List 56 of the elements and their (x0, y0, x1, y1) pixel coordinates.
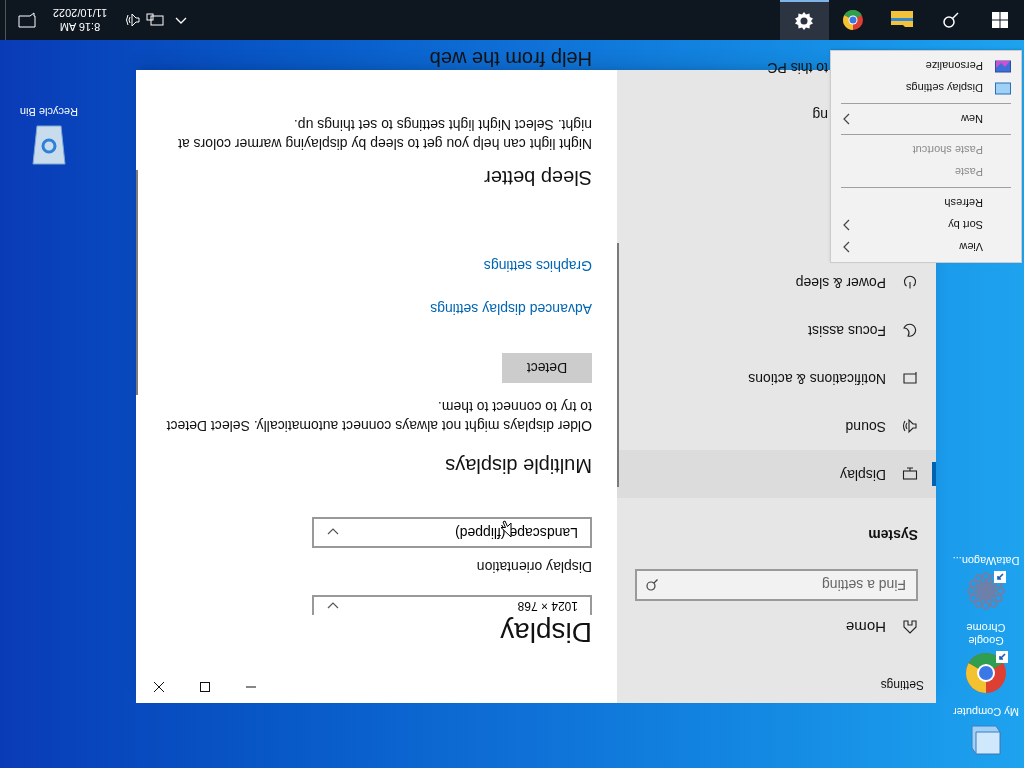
notification-icon[interactable] (18, 12, 36, 28)
power-icon (902, 274, 918, 291)
moon-icon (902, 322, 918, 339)
search-field[interactable]: Find a setting (635, 569, 918, 602)
menu-item[interactable]: New (831, 108, 1021, 130)
field-label: Display orientation (475, 558, 592, 577)
nav-item[interactable]: Power & sleep (617, 258, 936, 307)
section-heading: Sleep better (483, 166, 592, 191)
landscape-icon (995, 59, 1011, 73)
search-icon (645, 578, 659, 593)
chrome-icon (964, 651, 1008, 695)
minimize-icon (246, 686, 256, 688)
window-title: Settings (879, 677, 924, 694)
nav-item[interactable]: Display (617, 450, 936, 499)
taskbar-button[interactable] (780, 0, 829, 40)
settings-link[interactable]: Advanced display settings (430, 298, 592, 319)
chrome-icon (842, 9, 865, 31)
folder-icon (890, 10, 915, 30)
page-title: Display (499, 616, 592, 649)
menu-item[interactable]: Display settings (831, 77, 1021, 99)
section-heading: System (867, 526, 918, 546)
desktop-icon-label[interactable]: Recycle Bin (19, 103, 79, 120)
nav-item[interactable]: Notifications & actions (617, 354, 936, 403)
clock-time[interactable]: 8:16 AM (59, 20, 101, 34)
description-text: Night light can help you get to sleep by displaying warmer colors at night. Select Night light settings to set things up. (177, 116, 592, 153)
monitor-icon (995, 81, 1011, 95)
resolution-dropdown[interactable]: 1024 × 768 (312, 595, 592, 615)
speaker-icon[interactable] (124, 13, 140, 27)
home-icon (902, 618, 918, 635)
menu-item[interactable]: View (831, 236, 1021, 258)
nav-item[interactable]: Home (617, 615, 936, 638)
settings-link[interactable]: Graphics settings (483, 255, 592, 276)
orientation-dropdown[interactable]: Landscape (flipped) (312, 517, 592, 548)
nav-item[interactable]: Sound (617, 402, 936, 451)
selection-indicator (932, 462, 936, 487)
close-icon (154, 682, 164, 692)
menu-item[interactable]: Personalize (831, 55, 1021, 77)
detect-button[interactable]: Detect (502, 353, 592, 383)
menu-item[interactable]: Sort by (831, 214, 1021, 236)
gear-icon (794, 11, 815, 31)
shortcut-arrow-icon (994, 571, 1006, 583)
windows-logo-icon (992, 12, 1008, 28)
search-icon (941, 10, 962, 30)
maximize-icon (200, 682, 210, 692)
clock-date[interactable]: 11/10/2022 (52, 6, 108, 20)
shortcut-arrow-icon (996, 651, 1008, 663)
section-heading: Help from the web (428, 47, 592, 71)
monitor-icon (902, 466, 918, 483)
nav-item[interactable]: Focus assist (617, 306, 936, 355)
network-icon[interactable] (146, 13, 164, 27)
message-icon (902, 370, 918, 387)
section-heading: Multiple displays (444, 454, 592, 479)
flower-icon (966, 571, 1006, 611)
speaker-icon (902, 418, 918, 435)
menu-item[interactable]: Refresh (831, 192, 1021, 214)
description-text: Older displays might not always connect automatically. Select Detect to try to connect to them. (165, 398, 592, 435)
